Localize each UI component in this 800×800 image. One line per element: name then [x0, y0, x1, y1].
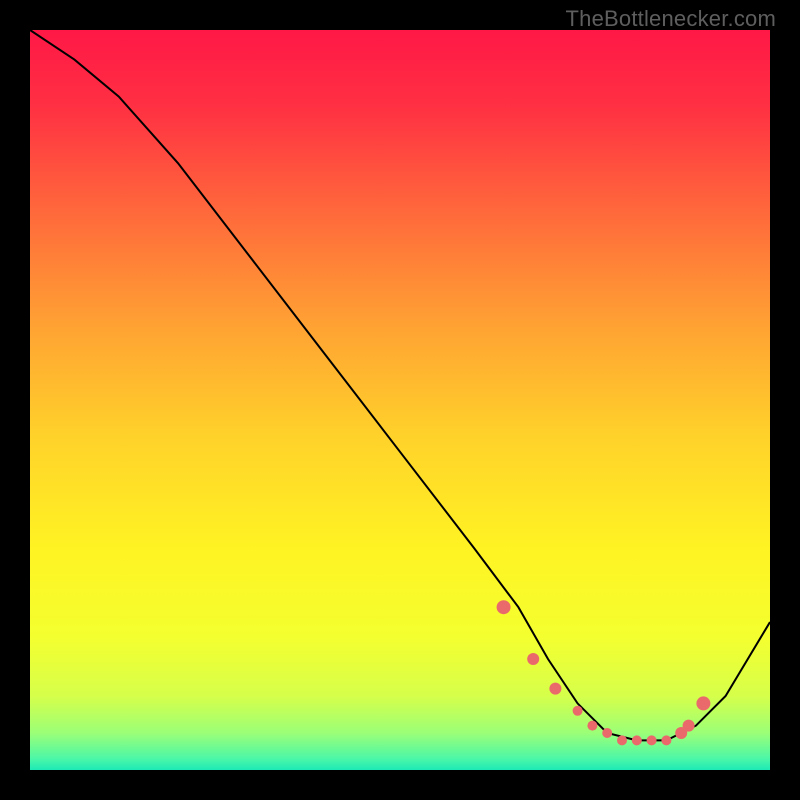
- optimal-range-markers: [497, 600, 711, 745]
- marker-dot: [683, 720, 695, 732]
- plot-area: [30, 30, 770, 770]
- marker-dot: [497, 600, 511, 614]
- watermark-text: TheBottlenecker.com: [566, 6, 776, 32]
- chart-stage: TheBottlenecker.com: [0, 0, 800, 800]
- bottleneck-curve: [30, 30, 770, 740]
- marker-dot: [527, 653, 539, 665]
- marker-dot: [587, 721, 597, 731]
- marker-dot: [632, 735, 642, 745]
- marker-dot: [573, 706, 583, 716]
- marker-dot: [617, 735, 627, 745]
- marker-dot: [602, 728, 612, 738]
- marker-dot: [549, 683, 561, 695]
- marker-dot: [647, 735, 657, 745]
- marker-dot: [661, 735, 671, 745]
- curve-layer: [30, 30, 770, 770]
- marker-dot: [696, 696, 710, 710]
